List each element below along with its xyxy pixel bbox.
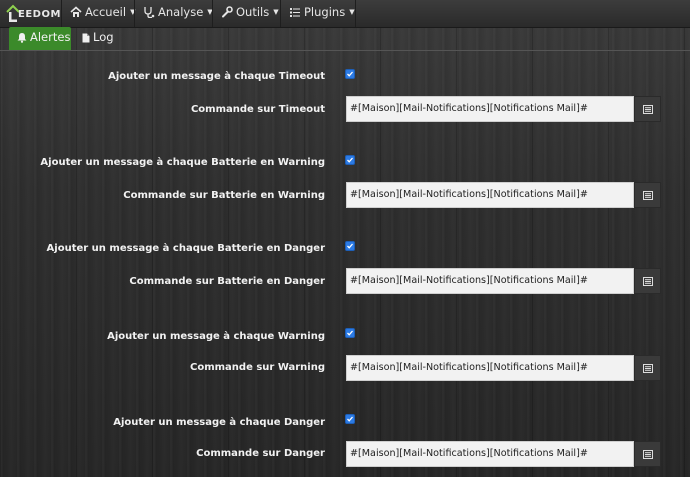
list-icon (290, 8, 300, 17)
nav-divider (355, 0, 356, 27)
file-icon (82, 33, 90, 43)
timeout-command-select-button[interactable] (634, 96, 661, 122)
list-alt-icon (643, 191, 653, 200)
list-alt-icon (643, 450, 653, 459)
timeout-command-label: Commande sur Timeout (190, 104, 325, 115)
check-icon (347, 330, 353, 336)
warning-command-input[interactable]: #[Maison][Mail-Notifications][Notificati… (346, 355, 634, 381)
chevron-down-icon: ▼ (349, 8, 355, 16)
nav-outils-label: Outils (236, 5, 270, 19)
nav-accueil[interactable]: Accueil ▼ (61, 0, 135, 27)
danger-checkbox-label: Ajouter un message à chaque Danger (113, 417, 325, 428)
brand-name: EEDOM (18, 9, 61, 20)
brand-logo[interactable]: EEDOM (5, 2, 60, 25)
home-icon (70, 6, 82, 17)
tab-log-label: Log (93, 30, 114, 44)
battery-danger-checkbox[interactable] (345, 241, 355, 251)
nav-analyse[interactable]: Analyse ▼ (134, 0, 213, 27)
nav-analyse-label: Analyse (158, 5, 204, 19)
battery-warning-checkbox[interactable] (345, 155, 355, 165)
tab-log[interactable]: Log (76, 27, 114, 50)
danger-command-select-button[interactable] (634, 441, 661, 467)
battery-warning-checkbox-label: Ajouter un message à chaque Batterie en … (40, 157, 325, 168)
battery-warning-command-select-button[interactable] (634, 182, 661, 208)
battery-danger-command-label: Commande sur Batterie en Danger (129, 276, 325, 287)
stethoscope-icon (144, 7, 155, 18)
navbar: EEDOM Accueil ▼ Analyse ▼ Outils ▼ Plugins ▼ (0, 0, 690, 28)
timeout-command-input[interactable]: #[Maison][Mail-Notifications][Notificati… (346, 96, 634, 122)
check-icon (347, 243, 353, 249)
list-alt-icon (643, 277, 653, 286)
battery-warning-command-input[interactable]: #[Maison][Mail-Notifications][Notificati… (346, 182, 634, 208)
check-icon (347, 71, 353, 77)
list-alt-icon (643, 105, 653, 114)
wrench-icon (222, 6, 233, 18)
battery-danger-command-select-button[interactable] (634, 268, 661, 294)
timeout-checkbox-label: Ajouter un message à chaque Timeout (108, 71, 325, 82)
warning-command-select-button[interactable] (634, 355, 661, 381)
warning-command-label: Commande sur Warning (190, 362, 325, 373)
danger-checkbox[interactable] (345, 414, 355, 424)
check-icon (347, 157, 353, 163)
warning-checkbox[interactable] (345, 328, 355, 338)
nav-plugins[interactable]: Plugins ▼ (280, 0, 355, 27)
danger-command-input[interactable]: #[Maison][Mail-Notifications][Notificati… (346, 441, 634, 467)
check-icon (347, 416, 353, 422)
tab-alertes-label: Alertes (30, 30, 71, 44)
nav-accueil-label: Accueil (85, 5, 127, 19)
warning-checkbox-label: Ajouter un message à chaque Warning (107, 331, 325, 342)
tab-bar: Alertes Log (0, 27, 690, 51)
tab-alertes[interactable]: Alertes (9, 27, 71, 50)
bell-icon (17, 33, 27, 43)
chevron-down-icon: ▼ (273, 8, 279, 16)
nav-outils[interactable]: Outils ▼ (212, 0, 280, 27)
timeout-checkbox[interactable] (345, 69, 355, 79)
list-alt-icon (643, 364, 653, 373)
battery-warning-command-label: Commande sur Batterie en Warning (123, 190, 325, 201)
nav-plugins-label: Plugins (304, 5, 346, 19)
battery-danger-checkbox-label: Ajouter un message à chaque Batterie en … (46, 243, 325, 254)
danger-command-label: Commande sur Danger (196, 448, 325, 459)
battery-danger-command-input[interactable]: #[Maison][Mail-Notifications][Notificati… (346, 268, 634, 294)
